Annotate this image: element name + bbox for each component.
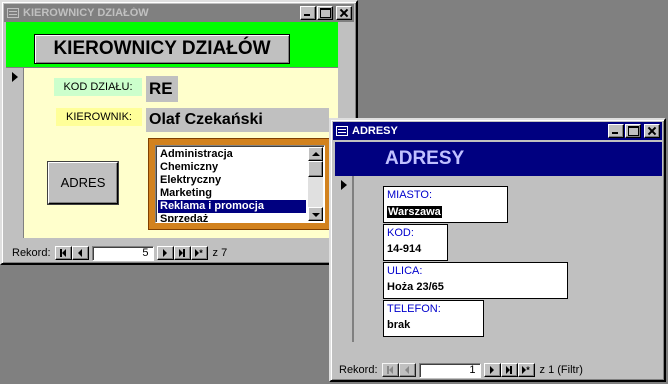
adresy-window: ADRESY ADRESY MIASTO: Warszawa KOD: 14-9…: [329, 118, 666, 382]
close-button[interactable]: [336, 6, 352, 20]
dzial-list-items: Administracja Chemiczny Elektryczny Marketi…: [158, 148, 306, 222]
previous-record-button[interactable]: [71, 246, 89, 260]
record-pointer-icon: [12, 72, 18, 82]
list-item[interactable]: Elektryczny: [158, 174, 306, 187]
new-record-button[interactable]: *: [190, 246, 208, 260]
next-record-icon: [485, 364, 500, 376]
window-title: KIEROWNICY DZIAŁÓW: [23, 7, 149, 19]
adres-button[interactable]: ADRES: [48, 162, 118, 204]
list-item[interactable]: Chemiczny: [158, 161, 306, 174]
telefon-value: brak: [387, 319, 411, 331]
record-label: Rekord:: [12, 247, 51, 259]
maximize-button[interactable]: [625, 124, 641, 138]
form-header: KIEROWNICY DZIAŁÓW: [6, 22, 338, 68]
first-record-icon: [383, 364, 398, 376]
kierownicy-window: KIEROWNICY DZIAŁÓW KIEROWNICY DZIAŁÓW KO…: [0, 0, 358, 265]
record-total: z 1 (Filtr): [539, 364, 583, 376]
form-title-text: KIEROWNICY DZIAŁÓW: [53, 38, 271, 59]
window-title: ADRESY: [352, 125, 398, 137]
kierownik-value: Olaf Czekański: [149, 111, 263, 128]
first-record-button[interactable]: [381, 363, 399, 377]
kod-pocztowy-label: KOD:: [387, 227, 414, 239]
form-icon: [336, 126, 348, 136]
list-item[interactable]: Sprzedaż: [158, 213, 306, 222]
telefon-label: TELEFON:: [387, 303, 441, 315]
close-button[interactable]: [644, 124, 660, 138]
last-record-icon: [175, 247, 190, 259]
list-item[interactable]: Administracja: [158, 148, 306, 161]
record-navigation: Rekord: 5 * z 7: [12, 245, 227, 261]
telefon-field[interactable]: TELEFON: brak: [383, 300, 484, 337]
form-title-text: ADRESY: [385, 148, 465, 169]
form-title-label: KIEROWNICY DZIAŁÓW: [34, 34, 290, 64]
previous-record-button[interactable]: [398, 363, 416, 377]
form-detail: MIASTO: Warszawa KOD: 14-914 ULICA: Hoża…: [353, 176, 662, 342]
miasto-value: Warszawa: [387, 206, 442, 218]
new-record-button[interactable]: *: [517, 363, 535, 377]
kierownicy-titlebar[interactable]: KIEROWNICY DZIAŁÓW: [4, 4, 354, 22]
kierownik-field[interactable]: Olaf Czekański: [146, 108, 329, 132]
kod-pocztowy-field[interactable]: KOD: 14-914: [383, 224, 448, 261]
first-record-button[interactable]: [54, 246, 72, 260]
form-detail: KOD DZIAŁU: RE KIEROWNIK: Olaf Czekański…: [24, 68, 338, 238]
last-record-button[interactable]: [173, 246, 191, 260]
dzial-scrollbar[interactable]: [308, 147, 323, 221]
adresy-titlebar[interactable]: ADRESY: [333, 122, 662, 140]
kod-field[interactable]: RE: [146, 76, 178, 102]
record-total: z 7: [212, 247, 228, 259]
scroll-up-button[interactable]: [308, 147, 323, 161]
ulica-label: ULICA:: [387, 265, 423, 277]
previous-record-icon: [400, 364, 415, 376]
kod-label: KOD DZIAŁU:: [54, 78, 142, 96]
record-navigation: Rekord: 1 * z 1 (Filtr): [339, 362, 583, 378]
next-record-button[interactable]: [156, 246, 174, 260]
adres-button-label: ADRES: [60, 175, 106, 190]
previous-record-icon: [73, 247, 88, 259]
new-record-icon: *: [519, 364, 534, 376]
dzial-list-frame: Administracja Chemiczny Elektryczny Marketi…: [148, 138, 330, 230]
scroll-up-icon: [312, 152, 320, 156]
form-header: ADRESY: [335, 142, 662, 176]
miasto-field[interactable]: MIASTO: Warszawa: [383, 186, 508, 223]
scroll-down-icon: [312, 213, 320, 217]
scroll-thumb[interactable]: [308, 161, 323, 177]
minimize-button[interactable]: [300, 6, 316, 20]
miasto-label: MIASTO:: [387, 189, 433, 201]
record-label: Rekord:: [339, 364, 378, 376]
record-pointer-icon: [341, 180, 347, 190]
form-icon: [7, 8, 19, 18]
list-item[interactable]: Reklama i promocja: [158, 200, 306, 213]
dzial-listbox[interactable]: Administracja Chemiczny Elektryczny Marketi…: [155, 145, 325, 223]
last-record-button[interactable]: [500, 363, 518, 377]
maximize-button[interactable]: [317, 6, 333, 20]
ulica-field[interactable]: ULICA: Hoża 23/65: [383, 262, 568, 299]
first-record-icon: [56, 247, 71, 259]
kierownik-label-text: KIEROWNIK:: [65, 111, 132, 123]
kod-value: RE: [149, 79, 173, 98]
last-record-icon: [502, 364, 517, 376]
minimize-button[interactable]: [608, 124, 624, 138]
scroll-down-button[interactable]: [308, 207, 323, 221]
new-record-icon: *: [192, 247, 207, 259]
record-number-input[interactable]: 5: [91, 245, 154, 261]
list-item[interactable]: Marketing: [158, 187, 306, 200]
record-selector[interactable]: [6, 68, 24, 238]
next-record-icon: [158, 247, 173, 259]
record-selector[interactable]: [335, 176, 353, 342]
ulica-value: Hoża 23/65: [387, 281, 444, 293]
detail-divider: [353, 176, 354, 342]
next-record-button[interactable]: [483, 363, 501, 377]
kod-pocztowy-value: 14-914: [387, 243, 422, 255]
record-number-input[interactable]: 1: [418, 362, 481, 378]
kod-label-text: KOD DZIAŁU:: [63, 81, 133, 93]
kierownik-label: KIEROWNIK:: [56, 108, 142, 126]
